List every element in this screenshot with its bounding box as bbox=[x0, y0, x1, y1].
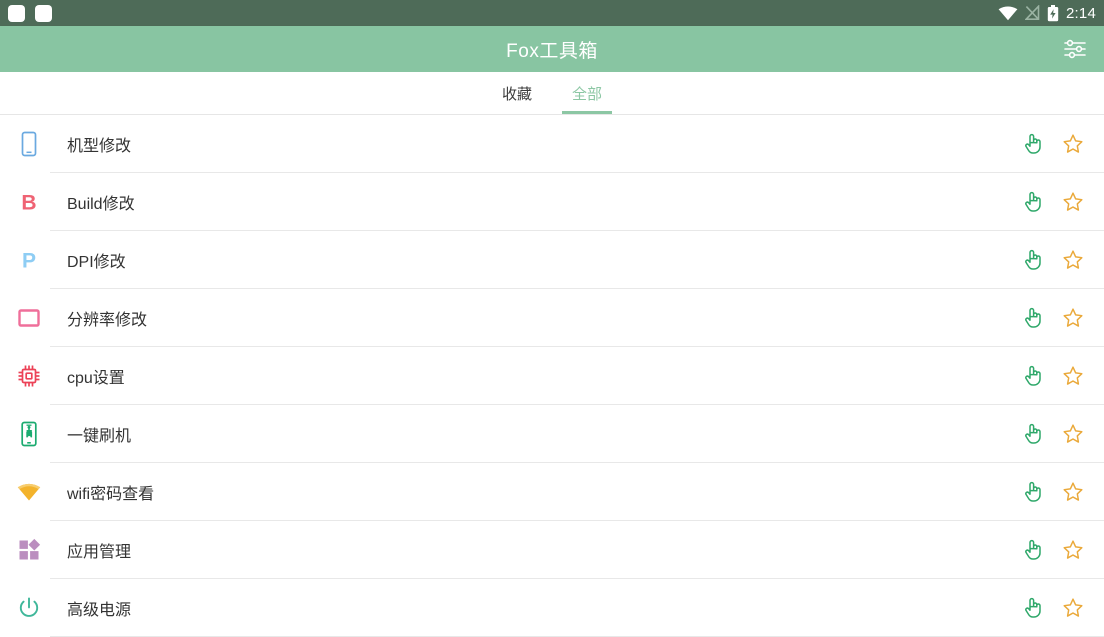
list-item[interactable]: P DPI修改 bbox=[0, 231, 1104, 289]
star-outline-icon[interactable] bbox=[1060, 189, 1086, 215]
status-bar-clock: 2:14 bbox=[1066, 4, 1096, 22]
touch-hand-icon[interactable] bbox=[1020, 537, 1046, 563]
page-title: Fox工具箱 bbox=[506, 40, 598, 62]
letter-p-icon: P bbox=[14, 245, 44, 275]
list-item-actions bbox=[1020, 537, 1086, 563]
tab-bar: 收藏 全部 bbox=[0, 72, 1104, 115]
star-outline-icon[interactable] bbox=[1060, 247, 1086, 273]
star-outline-icon[interactable] bbox=[1060, 595, 1086, 621]
list-item[interactable]: 机型修改 bbox=[0, 115, 1104, 173]
list-item-label: cpu设置 bbox=[67, 370, 125, 387]
phone-icon bbox=[14, 129, 44, 159]
wifi-cone-icon bbox=[14, 477, 44, 507]
list-item-actions bbox=[1020, 595, 1086, 621]
notification-square-icon bbox=[8, 4, 25, 22]
status-bar-system: 2:14 bbox=[998, 4, 1096, 22]
list-item[interactable]: wifi密码查看 bbox=[0, 463, 1104, 521]
app-bar: Fox工具箱 bbox=[0, 26, 1104, 72]
list-item-actions bbox=[1020, 421, 1086, 447]
list-item-actions bbox=[1020, 189, 1086, 215]
svg-text:B: B bbox=[21, 192, 36, 215]
flash-phone-icon bbox=[14, 419, 44, 449]
star-outline-icon[interactable] bbox=[1060, 479, 1086, 505]
star-outline-icon[interactable] bbox=[1060, 421, 1086, 447]
list-item[interactable]: B Build修改 bbox=[0, 173, 1104, 231]
list-item[interactable]: cpu设置 bbox=[0, 347, 1104, 405]
power-icon bbox=[14, 593, 44, 623]
list-item-label: 高级电源 bbox=[67, 602, 132, 619]
signal-off-icon bbox=[1025, 5, 1040, 20]
status-bar: 2:14 bbox=[0, 0, 1104, 26]
letter-b-icon: B bbox=[14, 187, 44, 217]
tune-sliders-icon[interactable] bbox=[1058, 32, 1092, 66]
list-item-label: Build修改 bbox=[67, 196, 135, 213]
star-outline-icon[interactable] bbox=[1060, 305, 1086, 331]
list-item-label: 机型修改 bbox=[67, 138, 132, 155]
list-item-label: DPI修改 bbox=[67, 254, 126, 271]
list-item[interactable]: 一键刷机 bbox=[0, 405, 1104, 463]
tab-all[interactable]: 全部 bbox=[562, 72, 613, 114]
touch-hand-icon[interactable] bbox=[1020, 595, 1046, 621]
list-item-label: 分辨率修改 bbox=[67, 312, 148, 329]
touch-hand-icon[interactable] bbox=[1020, 247, 1046, 273]
svg-text:P: P bbox=[22, 250, 36, 273]
resolution-frame-icon bbox=[14, 303, 44, 333]
battery-charging-icon bbox=[1047, 4, 1059, 21]
star-outline-icon[interactable] bbox=[1060, 131, 1086, 157]
touch-hand-icon[interactable] bbox=[1020, 131, 1046, 157]
touch-hand-icon[interactable] bbox=[1020, 421, 1046, 447]
list-item-actions bbox=[1020, 363, 1086, 389]
list-item[interactable]: 高级电源 bbox=[0, 579, 1104, 637]
wifi-icon bbox=[998, 6, 1018, 21]
touch-hand-icon[interactable] bbox=[1020, 479, 1046, 505]
list-item[interactable]: 应用管理 bbox=[0, 521, 1104, 579]
touch-hand-icon[interactable] bbox=[1020, 363, 1046, 389]
touch-hand-icon[interactable] bbox=[1020, 305, 1046, 331]
list-item[interactable]: 分辨率修改 bbox=[0, 289, 1104, 347]
star-outline-icon[interactable] bbox=[1060, 363, 1086, 389]
tool-list: 机型修改 B Build修改 P DPI修改 分辨率修改 cpu设置 一键刷机 … bbox=[0, 115, 1104, 637]
list-item-label: wifi密码查看 bbox=[67, 486, 155, 503]
list-item-actions bbox=[1020, 479, 1086, 505]
list-item-label: 应用管理 bbox=[67, 544, 132, 561]
list-item-actions bbox=[1020, 305, 1086, 331]
app-grid-icon bbox=[14, 535, 44, 565]
cpu-chip-icon bbox=[14, 361, 44, 391]
star-outline-icon[interactable] bbox=[1060, 537, 1086, 563]
status-bar-notifications bbox=[8, 4, 52, 22]
list-item-label: 一键刷机 bbox=[67, 428, 132, 445]
list-item-actions bbox=[1020, 247, 1086, 273]
tab-favorites[interactable]: 收藏 bbox=[492, 72, 542, 114]
notification-square-icon bbox=[35, 4, 52, 22]
touch-hand-icon[interactable] bbox=[1020, 189, 1046, 215]
list-item-actions bbox=[1020, 131, 1086, 157]
